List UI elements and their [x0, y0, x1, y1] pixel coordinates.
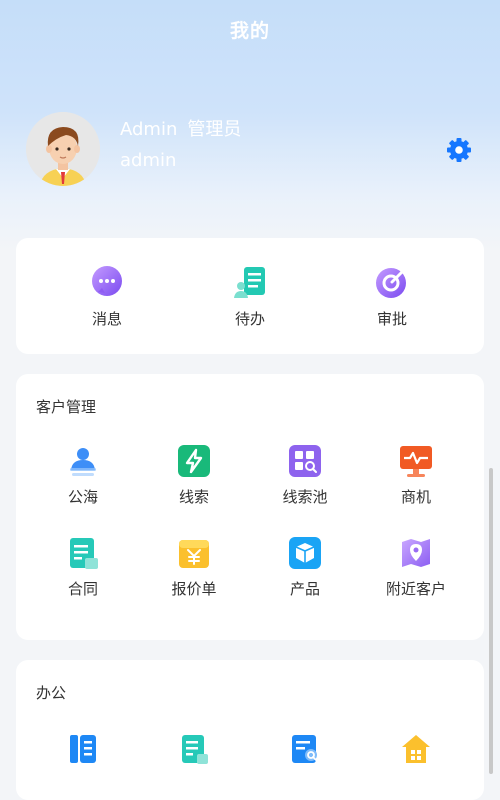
menu-item-quotation[interactable]: 报价单	[144, 536, 244, 599]
todo-list-icon	[234, 267, 265, 298]
section-title: 办公	[36, 684, 67, 702]
menu-item-label: 产品	[289, 580, 320, 598]
office-item-report[interactable]	[144, 732, 244, 766]
page-title: 我的	[229, 20, 270, 42]
quick-action-label: 待办	[234, 310, 265, 328]
menu-item-label: 线索池	[282, 488, 328, 506]
menu-item-label: 商机	[400, 488, 431, 506]
user-display-name: Admin	[120, 119, 178, 140]
office-card: 办公	[16, 660, 484, 800]
office-item-journal[interactable]	[33, 732, 133, 766]
user-name-row: Admin 管理员	[120, 115, 241, 141]
search-document-icon	[292, 735, 317, 763]
quotation-icon	[179, 540, 209, 568]
product-box-icon	[289, 537, 321, 569]
avatar-man-icon	[26, 112, 100, 186]
settings-button[interactable]	[444, 135, 474, 165]
journal-icon	[70, 735, 96, 763]
message-bubble-icon	[92, 266, 122, 296]
opportunity-monitor-icon	[400, 446, 432, 477]
lightning-icon	[178, 445, 210, 477]
menu-item-label: 附近客户	[385, 580, 446, 598]
user-role: 管理员	[187, 119, 242, 140]
menu-item-contract[interactable]: 合同	[33, 536, 133, 599]
quick-actions-card: 消息 待办 审批	[16, 238, 484, 354]
menu-item-label: 合同	[67, 580, 98, 598]
quick-action-todo[interactable]: 待办	[200, 264, 300, 329]
nearby-location-icon	[402, 539, 430, 567]
quick-action-label: 消息	[91, 310, 122, 328]
menu-item-public-sea[interactable]: 公海	[33, 444, 133, 507]
contract-icon	[70, 538, 98, 569]
menu-item-label: 报价单	[171, 580, 217, 598]
menu-item-lead-pool[interactable]: 线索池	[255, 444, 355, 507]
menu-item-label: 公海	[67, 488, 98, 506]
office-item-home[interactable]	[366, 732, 466, 766]
approval-icon	[376, 266, 408, 298]
menu-item-opportunity[interactable]: 商机	[366, 444, 466, 507]
menu-item-nearby-customers[interactable]: 附近客户	[366, 536, 466, 599]
user-account: admin	[120, 150, 177, 171]
quick-action-approval[interactable]: 审批	[342, 264, 442, 329]
customer-management-card: 客户管理 公海 线索 线索池 商机 合同 报价单 产品 附近客户	[16, 374, 484, 640]
menu-item-product[interactable]: 产品	[255, 536, 355, 599]
menu-item-label: 线索	[178, 488, 209, 506]
section-title: 客户管理	[36, 398, 97, 416]
home-icon	[402, 735, 430, 763]
menu-item-leads[interactable]: 线索	[144, 444, 244, 507]
office-item-search-document[interactable]	[255, 732, 355, 766]
scrollbar[interactable]	[489, 468, 493, 774]
report-icon	[182, 735, 208, 764]
gear-icon	[447, 138, 471, 162]
quick-action-label: 审批	[376, 310, 407, 328]
lead-pool-icon	[289, 445, 321, 477]
avatar[interactable]	[26, 112, 100, 186]
quick-action-messages[interactable]: 消息	[57, 264, 157, 329]
public-sea-icon	[70, 448, 96, 476]
